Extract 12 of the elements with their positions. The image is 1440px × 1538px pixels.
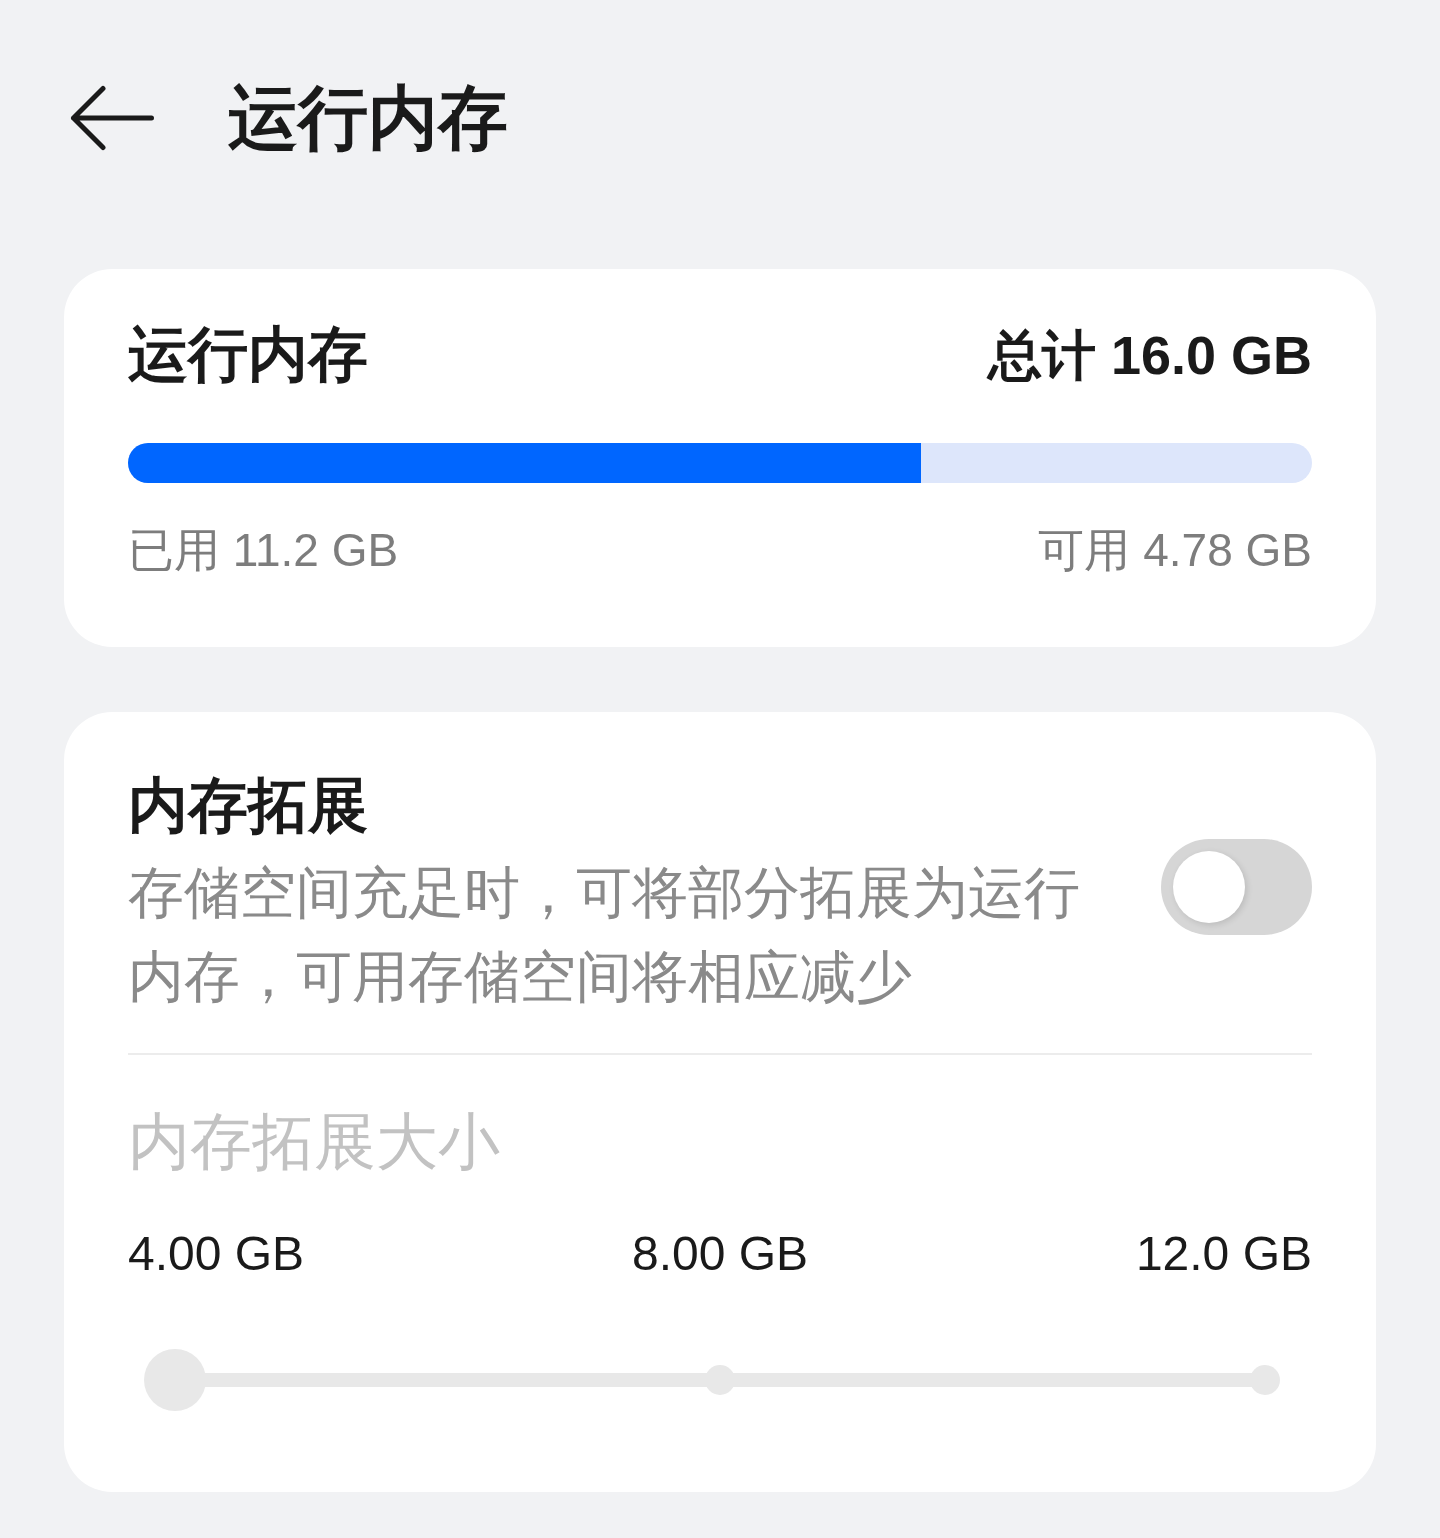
total-label: 总计 16.0 GB	[987, 324, 1312, 387]
size-title: 内存拓展大小	[128, 1106, 501, 1178]
size-option-label: 4.00 GB	[128, 1226, 305, 1282]
back-icon[interactable]	[70, 85, 154, 151]
description-text: 存储空间充足时，可将部分拓展为运行内存，可用存储空间将相应减少	[128, 860, 1081, 1010]
card-title: 运行内存	[128, 320, 368, 390]
size-option-label: 8.00 GB	[631, 1226, 809, 1282]
page-title: 运行内存	[228, 78, 508, 159]
available-label: 可用 4.78 GB	[1038, 523, 1312, 578]
size-option-label: 12.0 GB	[1135, 1226, 1312, 1282]
section-title: 内存拓展	[128, 771, 369, 841]
used-label: 已用 11.2 GB	[128, 523, 399, 578]
